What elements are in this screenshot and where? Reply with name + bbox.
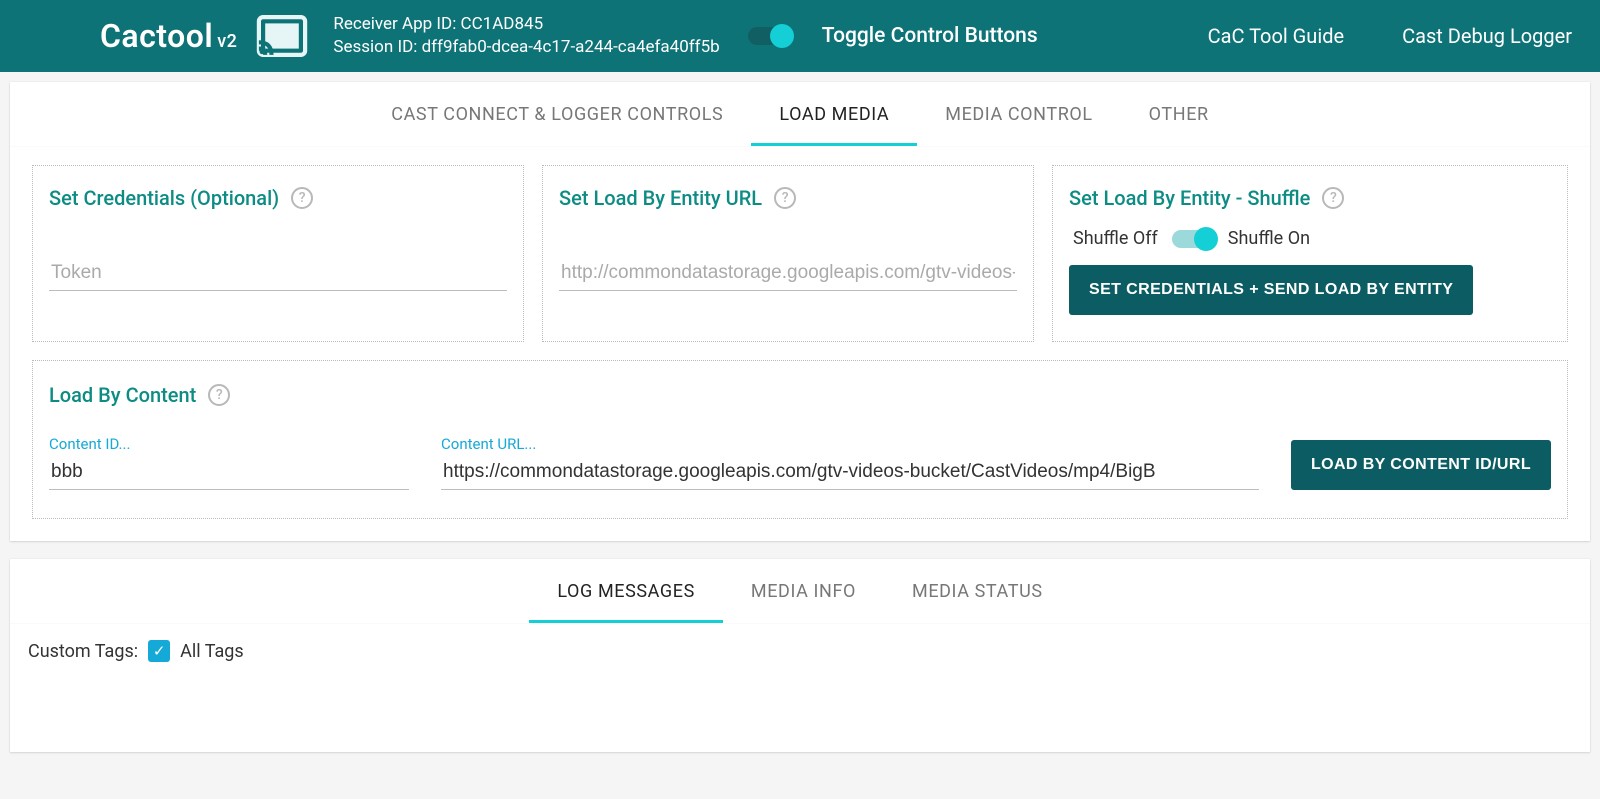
- load-by-content-button[interactable]: LOAD BY CONTENT ID/URL: [1291, 440, 1551, 490]
- toggle-knob: [770, 24, 794, 48]
- toggle-knob: [1194, 227, 1218, 251]
- all-tags-checkbox[interactable]: ✓: [148, 640, 170, 662]
- set-credentials-send-load-button[interactable]: SET CREDENTIALS + SEND LOAD BY ENTITY: [1069, 265, 1473, 315]
- card-title-entity-url: Set Load By Entity URL: [559, 186, 762, 210]
- card-title-credentials: Set Credentials (Optional): [49, 186, 279, 210]
- tab-log-messages[interactable]: Log Messages: [529, 559, 723, 623]
- logo-name: Cactool: [100, 17, 213, 55]
- token-input[interactable]: [49, 256, 507, 291]
- card-load-by-content: Load By Content ? Content ID... Content …: [32, 360, 1568, 519]
- cast-icon[interactable]: [255, 14, 309, 58]
- content-url-label: Content URL...: [441, 435, 1259, 453]
- card-load-by-entity-url: Set Load By Entity URL ?: [542, 165, 1034, 342]
- log-tabs: Log Messages Media Info Media Status: [10, 559, 1590, 624]
- tab-media-control[interactable]: Media Control: [917, 82, 1120, 146]
- tab-cast-connect[interactable]: Cast Connect & Logger Controls: [363, 82, 751, 146]
- shuffle-toggle[interactable]: [1172, 230, 1214, 248]
- help-icon[interactable]: ?: [291, 187, 313, 209]
- content-id-label: Content ID...: [49, 435, 409, 453]
- shuffle-on-label: Shuffle On: [1228, 228, 1310, 249]
- tab-media-status[interactable]: Media Status: [884, 559, 1071, 623]
- all-tags-label: All Tags: [180, 641, 244, 662]
- logo-version: v2: [217, 31, 237, 52]
- entity-url-input[interactable]: [559, 256, 1017, 291]
- content-id-input[interactable]: [49, 455, 409, 490]
- help-icon[interactable]: ?: [208, 384, 230, 406]
- toggle-control-buttons-label: Toggle Control Buttons: [822, 24, 1038, 48]
- card-title-shuffle: Set Load By Entity - Shuffle: [1069, 186, 1310, 210]
- help-icon[interactable]: ?: [774, 187, 796, 209]
- app-header: Cactool v2 Receiver App ID: CC1AD845 Ses…: [0, 0, 1600, 72]
- session-info: Receiver App ID: CC1AD845 Session ID: df…: [333, 13, 719, 59]
- card-set-credentials: Set Credentials (Optional) ?: [32, 165, 524, 342]
- shuffle-off-label: Shuffle Off: [1073, 228, 1158, 249]
- content-url-input[interactable]: [441, 455, 1259, 490]
- card-title-load-by-content: Load By Content: [49, 383, 196, 407]
- main-panel: Cast Connect & Logger Controls Load Medi…: [10, 82, 1590, 541]
- cac-tool-guide-link[interactable]: CaC Tool Guide: [1208, 24, 1344, 48]
- cast-debug-logger-link[interactable]: Cast Debug Logger: [1402, 24, 1572, 48]
- toggle-control-buttons-switch[interactable]: [748, 27, 790, 45]
- tab-other[interactable]: Other: [1121, 82, 1237, 146]
- main-tabs: Cast Connect & Logger Controls Load Medi…: [10, 82, 1590, 147]
- help-icon[interactable]: ?: [1322, 187, 1344, 209]
- card-load-by-entity-shuffle: Set Load By Entity - Shuffle ? Shuffle O…: [1052, 165, 1568, 342]
- receiver-app-id: Receiver App ID: CC1AD845: [333, 13, 719, 36]
- app-logo-text: Cactool v2: [100, 17, 237, 55]
- log-panel: Log Messages Media Info Media Status Cus…: [10, 559, 1590, 752]
- custom-tags-label: Custom Tags:: [28, 641, 138, 662]
- session-id: Session ID: dff9fab0-dcea-4c17-a244-ca4e…: [333, 36, 719, 59]
- tab-media-info[interactable]: Media Info: [723, 559, 884, 623]
- tab-load-media[interactable]: Load Media: [751, 82, 917, 146]
